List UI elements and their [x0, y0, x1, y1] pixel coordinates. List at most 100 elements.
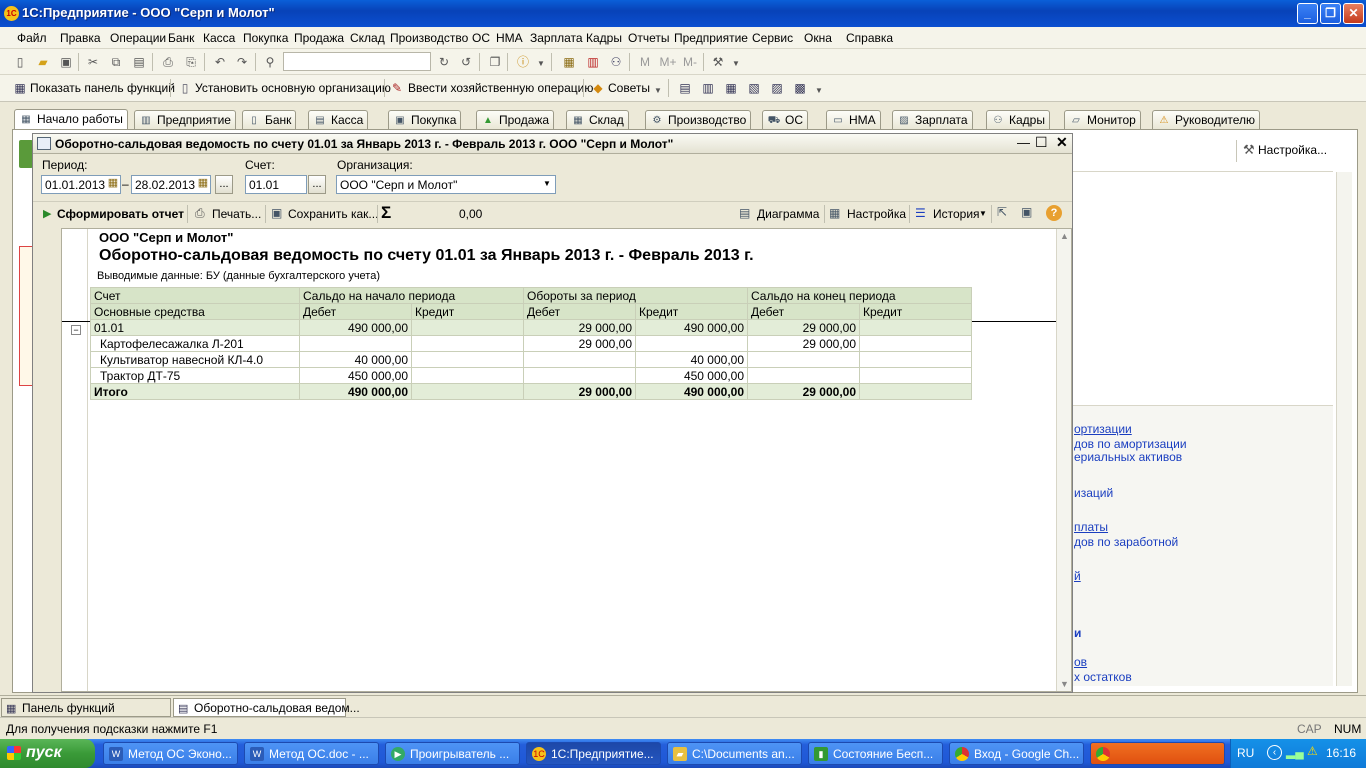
catalog-icon[interactable]: ▤	[677, 80, 693, 96]
save-icon[interactable]: ▣	[58, 54, 74, 70]
chevron-down-icon[interactable]: ▼	[811, 83, 827, 99]
period-select-button[interactable]: ...	[215, 175, 233, 194]
start-button[interactable]: пуск	[0, 739, 95, 768]
taskbar-item[interactable]: W Метод ОС Эконо...	[103, 742, 238, 765]
child-minimize-button[interactable]: —	[1017, 135, 1030, 150]
save-as-button[interactable]: Сохранить как...	[288, 207, 378, 221]
tab-salary[interactable]: ▨ Зарплата	[892, 110, 973, 130]
copy-icon[interactable]: ⧉	[108, 54, 124, 70]
child-close-button[interactable]: ✕	[1056, 134, 1068, 151]
panel-link[interactable]: х остатков	[1074, 670, 1132, 684]
print-preview-icon[interactable]: ⎘	[183, 54, 199, 70]
chevron-down-icon[interactable]: ▼	[539, 176, 555, 193]
warning-icon[interactable]: ⚠	[1307, 744, 1318, 758]
tab-enterprise[interactable]: ▥ Предприятие	[134, 110, 236, 130]
menu-cash[interactable]: Касса	[203, 31, 235, 45]
calendar-icon[interactable]: ▦	[195, 175, 211, 194]
taskbar-item[interactable]: W Метод ОС.doc - ...	[244, 742, 379, 765]
undo-icon[interactable]: ↶	[212, 54, 228, 70]
back-arrow-icon[interactable]: ‹	[1267, 745, 1282, 760]
redo-icon[interactable]: ↷	[234, 54, 250, 70]
language-indicator[interactable]: RU	[1237, 746, 1254, 760]
menu-salary[interactable]: Зарплата	[530, 31, 583, 45]
calculator-icon[interactable]: ▦	[561, 54, 577, 70]
taskbar-item[interactable]: 1С 1С:Предприятие...	[526, 742, 661, 765]
menu-warehouse[interactable]: Склад	[350, 31, 385, 45]
table-row[interactable]: Картофелесажалка Л-201 29 000,00 29 000,…	[90, 335, 972, 352]
find-prev-icon[interactable]: ↺	[458, 54, 474, 70]
tab-warehouse[interactable]: ▦ Склад	[566, 110, 629, 130]
help-icon[interactable]: ?	[1046, 205, 1062, 221]
child-maximize-button[interactable]: ☐	[1035, 134, 1048, 151]
tips-button[interactable]: Советы	[608, 81, 650, 95]
panel-settings-button[interactable]: ⚒ Настройка...	[1243, 142, 1333, 160]
minimize-button[interactable]: _	[1297, 3, 1318, 24]
panel-link[interactable]: ортизации	[1074, 422, 1132, 436]
tab-start[interactable]: ▦ Начало работы	[14, 109, 128, 131]
menu-edit[interactable]: Правка	[60, 31, 101, 45]
report-spreadsheet[interactable]: − ООО "Серп и Молот" Оборотно-сальдовая …	[61, 228, 1072, 692]
chevron-down-icon[interactable]: ▼	[979, 209, 987, 218]
memory-plus-icon[interactable]: M+	[658, 54, 678, 70]
chevron-down-icon[interactable]: ▼	[728, 56, 744, 72]
tab-monitor[interactable]: ▱ Монитор	[1064, 110, 1141, 130]
tab-cash[interactable]: ▤ Касса	[308, 110, 369, 130]
journal-icon[interactable]: ▦	[723, 80, 739, 96]
collapse-group-icon[interactable]: −	[71, 325, 81, 335]
new-document-icon[interactable]: ▯	[12, 54, 28, 70]
panel-link[interactable]: дов по амортизации	[1074, 437, 1187, 451]
menu-nma[interactable]: НМА	[496, 31, 523, 45]
total-row[interactable]: Итого 490 000,00 29 000,00 490 000,00 29…	[90, 383, 972, 400]
taskbar-item[interactable]	[1090, 742, 1225, 765]
account-select-button[interactable]: ...	[308, 175, 326, 194]
account-field[interactable]: 01.01	[245, 175, 307, 194]
info-icon[interactable]: ⓘ	[515, 54, 531, 70]
calendar-icon[interactable]: ▥	[585, 54, 601, 70]
panel-link[interactable]: ов	[1074, 655, 1087, 669]
memory-m-icon[interactable]: M	[637, 54, 653, 70]
paste-icon[interactable]: ▤	[131, 54, 147, 70]
tools-icon[interactable]: ⚒	[710, 54, 726, 70]
find-next-icon[interactable]: ↻	[436, 54, 452, 70]
enter-operation-button[interactable]: Ввести хозяйственную операцию	[408, 81, 593, 95]
panel-link[interactable]: дов по заработной	[1074, 535, 1178, 549]
menu-help[interactable]: Справка	[846, 31, 893, 45]
menu-file[interactable]: Файл	[17, 31, 47, 45]
tab-purchase[interactable]: ▣ Покупка	[388, 110, 462, 130]
chart-button[interactable]: Диаграмма	[757, 207, 819, 221]
organization-field[interactable]: ООО "Серп и Молот"	[336, 175, 556, 194]
save-settings-icon[interactable]: ▣	[1021, 205, 1032, 219]
generate-report-button[interactable]: Сформировать отчет	[57, 207, 184, 221]
tab-production[interactable]: ⚙ Производство	[645, 110, 752, 130]
panel-link[interactable]: платы	[1074, 520, 1108, 534]
close-button[interactable]: ✕	[1343, 3, 1364, 24]
tab-nma[interactable]: ▭ НМА	[826, 110, 881, 130]
cut-icon[interactable]: ✂	[85, 54, 101, 70]
chevron-down-icon[interactable]: ▼	[650, 83, 666, 99]
tab-sales[interactable]: ▲ Продажа	[476, 110, 555, 130]
panel-link[interactable]: ериальных активов	[1074, 450, 1182, 464]
chevron-down-icon[interactable]: ▼	[533, 56, 549, 72]
scroll-down-icon[interactable]: ▼	[1060, 679, 1069, 689]
calendar-icon[interactable]: ▦	[105, 175, 121, 194]
registers-icon[interactable]: ▧	[746, 80, 762, 96]
table-row[interactable]: Культиватор навесной КЛ-4.0 40 000,00 40…	[90, 351, 972, 368]
panel-scrollbar[interactable]	[1336, 172, 1352, 686]
print-button[interactable]: Печать...	[212, 207, 261, 221]
reports-icon[interactable]: ▨	[769, 80, 785, 96]
processing-icon[interactable]: ▩	[792, 80, 808, 96]
menu-operations[interactable]: Операции	[110, 31, 166, 45]
tab-hr[interactable]: ⚇ Кадры	[986, 110, 1050, 130]
taskbar-item[interactable]: ▮ Состояние Бесп...	[808, 742, 943, 765]
menu-enterprise[interactable]: Предприятие	[674, 31, 748, 45]
report-scrollbar[interactable]: ▲ ▼	[1056, 229, 1071, 691]
panel-link[interactable]: изаций	[1074, 486, 1113, 500]
menu-purchase[interactable]: Покупка	[243, 31, 288, 45]
menu-os[interactable]: ОС	[472, 31, 490, 45]
history-button[interactable]: История	[933, 207, 980, 221]
signal-icon[interactable]: ▂▄	[1286, 745, 1304, 759]
taskbar-item[interactable]: Вход - Google Ch...	[949, 742, 1084, 765]
account-row[interactable]: 01.01 490 000,00 29 000,00 490 000,00 29…	[90, 319, 972, 336]
maximize-button[interactable]: ❐	[1320, 3, 1341, 24]
panel-link[interactable]: й	[1074, 569, 1081, 583]
